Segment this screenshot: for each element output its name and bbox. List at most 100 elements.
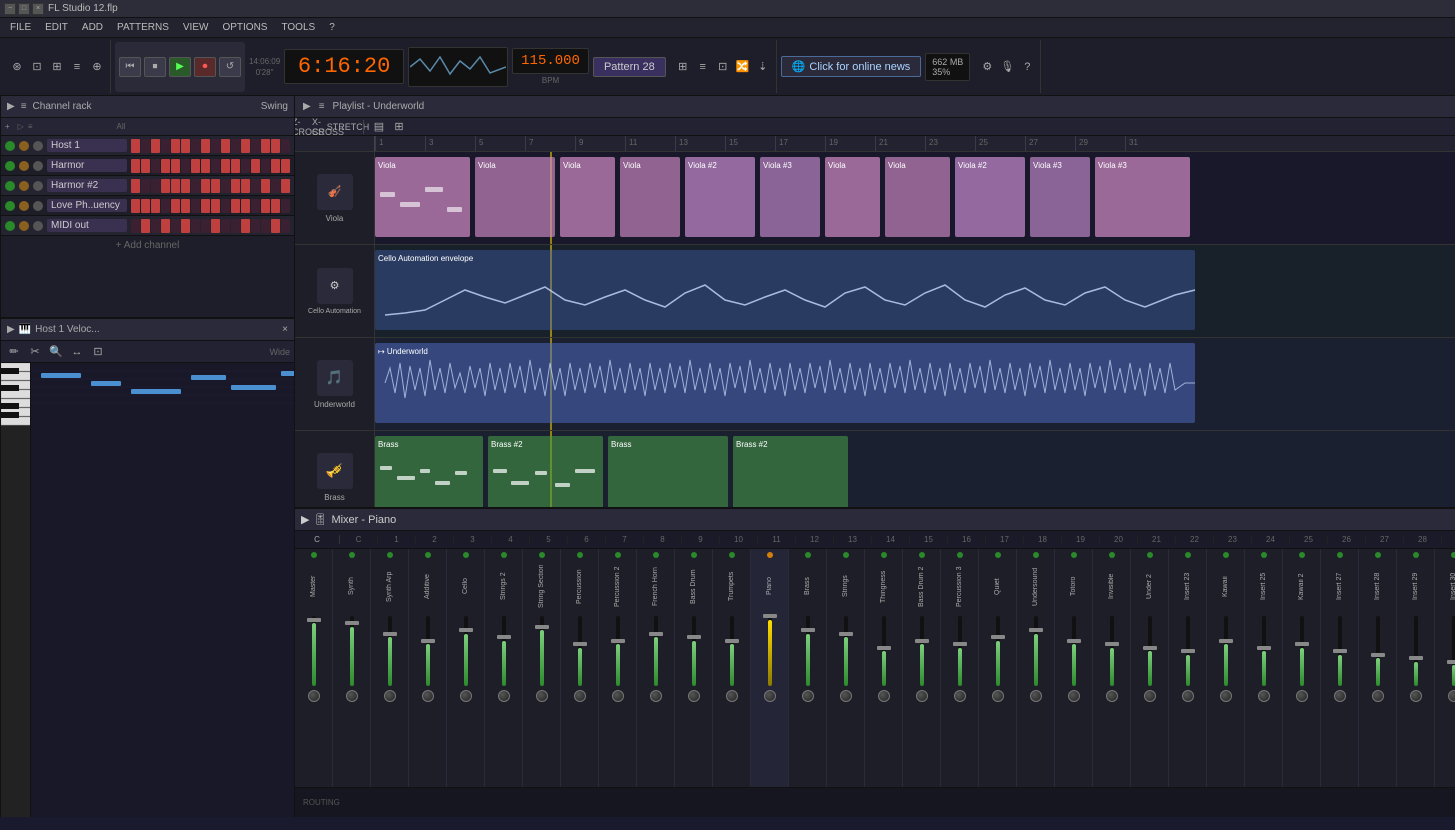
mixer-fader-knob-12[interactable] [763, 614, 777, 618]
mixer-fader-29[interactable] [1414, 616, 1418, 686]
mixer-fader-knob-1[interactable] [345, 621, 359, 625]
mixer-fader-30[interactable] [1452, 616, 1455, 686]
bpm-display[interactable]: 115.000 [512, 48, 589, 74]
mixer-strip-14[interactable]: Strings [827, 549, 865, 787]
mixer-strip-25[interactable]: Insert 25 [1245, 549, 1283, 787]
pl-t2-5[interactable]: ⊞ [390, 118, 408, 136]
mixer-strip-6[interactable]: String Section [523, 549, 561, 787]
mixer-fader-knob-15[interactable] [877, 646, 891, 650]
mixer-fader-12[interactable] [768, 616, 772, 686]
mixer-strip-9[interactable]: French Horn [637, 549, 675, 787]
mixer-fader-26[interactable] [1300, 616, 1304, 686]
mixer-fader-knob-27[interactable] [1333, 649, 1347, 653]
mixer-strip-13[interactable]: Brass [789, 549, 827, 787]
pattern-tool-4[interactable]: 🔀 [734, 58, 752, 76]
ch-mute-host1[interactable] [33, 141, 43, 151]
mixer-fader-11[interactable] [730, 616, 734, 686]
toolbar-icon-5[interactable]: ⊕ [88, 58, 106, 76]
toolbar-right-3[interactable]: ? [1018, 58, 1036, 76]
mixer-strip-3[interactable]: Additive [409, 549, 447, 787]
mixer-fader-knob-10[interactable] [687, 635, 701, 639]
mixer-fader-knob-22[interactable] [1143, 646, 1157, 650]
mixer-fader-1[interactable] [350, 616, 354, 686]
mixer-send-knob-26[interactable] [1296, 690, 1308, 702]
mixer-fader-knob-30[interactable] [1447, 660, 1455, 664]
mixer-fader-knob-21[interactable] [1105, 642, 1119, 646]
pr-tool-2[interactable]: ✂ [26, 343, 44, 361]
play-button[interactable]: ▶ [169, 57, 191, 77]
mixer-strip-17[interactable]: Percussion 3 [941, 549, 979, 787]
mixer-fader-knob-4[interactable] [459, 628, 473, 632]
mixer-fader-7[interactable] [578, 616, 582, 686]
mixer-fader-21[interactable] [1110, 616, 1114, 686]
ch-name-love[interactable]: Love Ph..uency [47, 199, 127, 212]
pr-tool-4[interactable]: ↔ [68, 343, 86, 361]
ch-solo-harmor2[interactable] [19, 181, 29, 191]
mixer-strip-18[interactable]: Quiet [979, 549, 1017, 787]
rewind-button[interactable]: ⏮ [119, 57, 141, 77]
mixer-fader-17[interactable] [958, 616, 962, 686]
mixer-fader-27[interactable] [1338, 616, 1342, 686]
mixer-fader-6[interactable] [540, 616, 544, 686]
window-controls[interactable]: − □ × [4, 3, 44, 15]
mixer-strip-26[interactable]: Kawaii 2 [1283, 549, 1321, 787]
add-channel-button[interactable]: + Add channel [1, 236, 294, 255]
mixer-fader-8[interactable] [616, 616, 620, 686]
mixer-send-knob-20[interactable] [1068, 690, 1080, 702]
ch-solo-host1[interactable] [19, 141, 29, 151]
menu-view[interactable]: VIEW [177, 20, 215, 35]
mixer-fader-knob-3[interactable] [421, 639, 435, 643]
ch-active-harmor2[interactable] [5, 181, 15, 191]
mixer-send-knob-9[interactable] [650, 690, 662, 702]
ch-active-harmor[interactable] [5, 161, 15, 171]
mixer-send-knob-17[interactable] [954, 690, 966, 702]
ch-solo-midi[interactable] [19, 221, 29, 231]
mixer-fader-knob-28[interactable] [1371, 653, 1385, 657]
ch-name-host1[interactable]: Host 1 [47, 139, 127, 152]
mixer-send-knob-28[interactable] [1372, 690, 1384, 702]
mixer-fader-knob-19[interactable] [1029, 628, 1043, 632]
minimize-button[interactable]: − [4, 3, 16, 15]
mixer-strip-20[interactable]: Totoro [1055, 549, 1093, 787]
mixer-fader-15[interactable] [882, 616, 886, 686]
channel-rack-collapse[interactable]: ▶ [7, 101, 15, 112]
pr-tool-3[interactable]: 🔍 [47, 343, 65, 361]
playlist-collapse[interactable]: ▶ [303, 101, 311, 112]
pattern-button[interactable]: Pattern 28 [593, 57, 666, 77]
mixer-send-knob-23[interactable] [1182, 690, 1194, 702]
pl-t2-3[interactable]: STRETCH [339, 118, 357, 136]
ch-mute-love[interactable] [33, 201, 43, 211]
piano-roll-close[interactable]: × [282, 324, 288, 335]
pattern-tool-5[interactable]: ⇣ [754, 58, 772, 76]
mixer-send-knob-2[interactable] [384, 690, 396, 702]
pr-tool-1[interactable]: ✏ [5, 343, 23, 361]
mixer-strip-30[interactable]: Insert 30 [1435, 549, 1455, 787]
mixer-fader-23[interactable] [1186, 616, 1190, 686]
close-button[interactable]: × [32, 3, 44, 15]
mixer-collapse[interactable]: ▶ [301, 513, 309, 526]
channel-add-button[interactable]: + [5, 122, 10, 131]
mixer-fader-knob-14[interactable] [839, 632, 853, 636]
mixer-send-knob-25[interactable] [1258, 690, 1270, 702]
menu-tools[interactable]: TOOLS [275, 20, 321, 35]
mixer-fader-knob-24[interactable] [1219, 639, 1233, 643]
mixer-send-knob-19[interactable] [1030, 690, 1042, 702]
mixer-fader-14[interactable] [844, 616, 848, 686]
mixer-strip-21[interactable]: Invisible [1093, 549, 1131, 787]
ch-active-midi[interactable] [5, 221, 15, 231]
mixer-strip-2[interactable]: Synth Arp [371, 549, 409, 787]
underworld-content[interactable]: ↦ Underworld [375, 338, 1455, 430]
mixer-fader-knob-11[interactable] [725, 639, 739, 643]
mixer-strip-11[interactable]: Trumpets [713, 549, 751, 787]
mixer-fader-knob-2[interactable] [383, 632, 397, 636]
mixer-send-knob-7[interactable] [574, 690, 586, 702]
mixer-send-knob-4[interactable] [460, 690, 472, 702]
mixer-send-knob-10[interactable] [688, 690, 700, 702]
mixer-strip-19[interactable]: Undersound [1017, 549, 1055, 787]
mixer-strip-24[interactable]: Kawaii [1207, 549, 1245, 787]
mixer-strip-15[interactable]: Thingness [865, 549, 903, 787]
mixer-fader-25[interactable] [1262, 616, 1266, 686]
mixer-strip-10[interactable]: Bass Drum [675, 549, 713, 787]
mixer-fader-0[interactable] [312, 616, 316, 686]
pr-tool-5[interactable]: ⊡ [89, 343, 107, 361]
